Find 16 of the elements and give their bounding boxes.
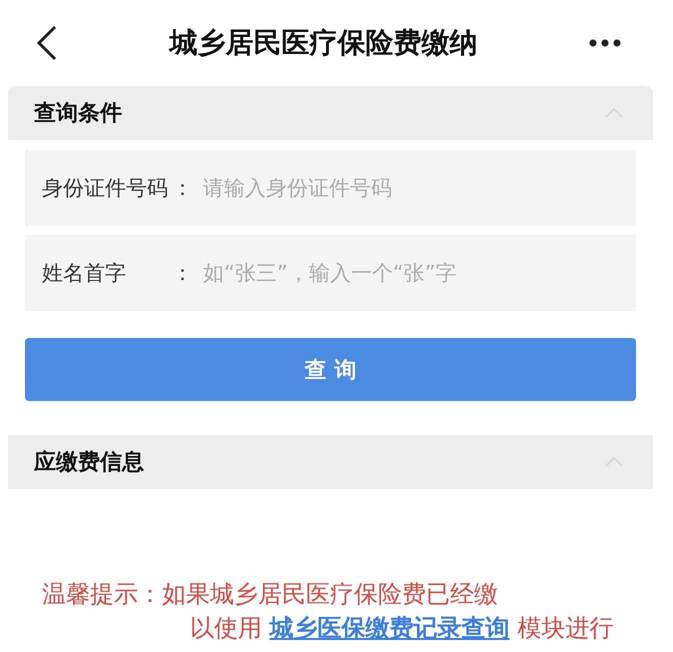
field-separator: ： (172, 175, 193, 202)
more-icon[interactable] (589, 39, 621, 47)
field-label: 姓名首字 (42, 260, 127, 287)
section-header[interactable]: 应缴费信息 (8, 435, 653, 489)
back-icon[interactable] (36, 25, 58, 61)
records-link[interactable]: 城乡医保缴费记录查询 (270, 614, 510, 642)
notice-text: 温馨提示：如果城乡居民医疗保险费已经缴 (42, 579, 499, 610)
section-title: 查询条件 (34, 100, 122, 128)
field-label: 身份证件号码 (42, 175, 169, 202)
section-title: 应缴费信息 (34, 448, 144, 477)
section-header[interactable]: 查询条件 (8, 86, 653, 140)
input-field[interactable]: 请输入身份证件号码 (203, 176, 636, 200)
input-field[interactable]: 如“张三”，输入一个“张”字 (203, 261, 636, 285)
field-separator: ： (172, 260, 193, 287)
page-title: 城乡居民医疗保险费缴纳 (170, 25, 478, 61)
notice-text: 以使用 城乡医保缴费记录查询 模块进行 (189, 613, 614, 644)
